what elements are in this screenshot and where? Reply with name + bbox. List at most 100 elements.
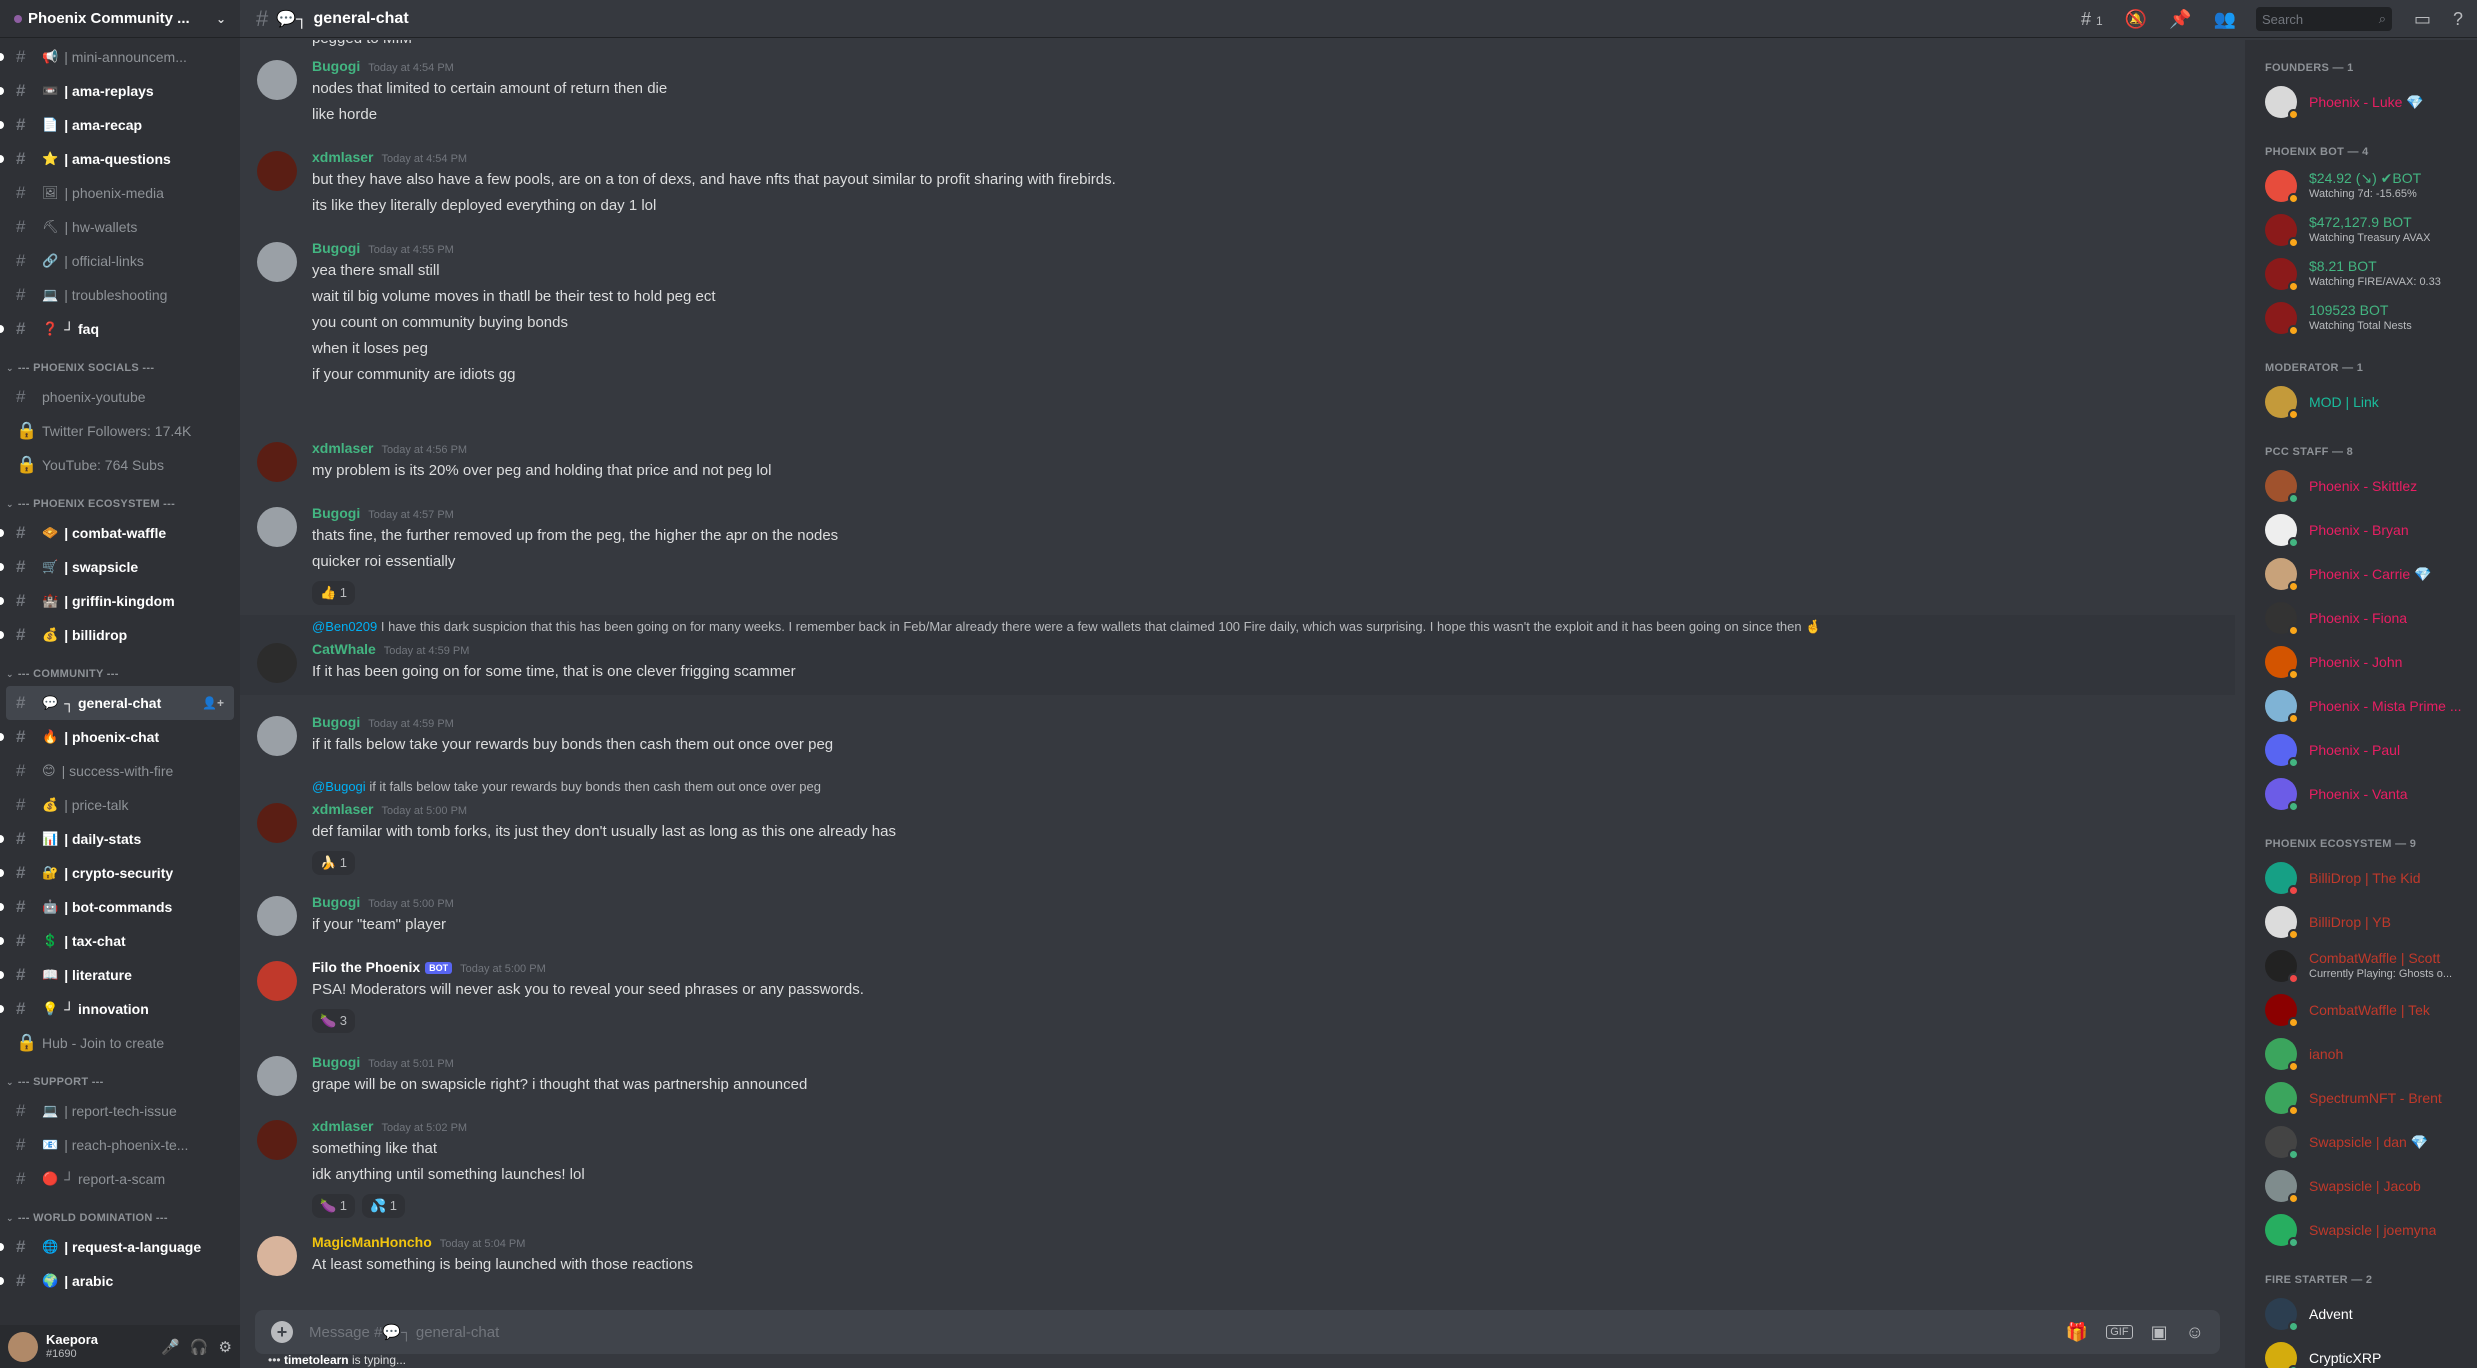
avatar[interactable] [2265,170,2299,204]
message-composer[interactable]: + Message #💬┐ general-chat 🎁 GIF ▣ ☺ [255,1310,2220,1354]
message-group[interactable]: @Ben0209 I have this dark suspicion that… [240,615,2235,695]
channel-item[interactable]: # ⛏ | hw-wallets [0,210,240,244]
channel-item[interactable]: # 🖼 | phoenix-media [0,176,240,210]
avatar[interactable] [257,507,297,547]
channel-item[interactable]: # 📄 | ama-recap [0,108,240,142]
avatar[interactable] [8,1331,38,1362]
channel-item[interactable]: # 💲 | tax-chat [0,924,240,958]
channel-item[interactable]: # 🛒 | swapsicle [0,550,240,584]
avatar[interactable] [257,716,297,756]
member-item[interactable]: Swapsicle | Jacob [2245,1164,2477,1208]
reply-mention[interactable]: @Ben0209 [312,619,377,634]
reaction-pill[interactable]: 🍌 1 [312,851,356,875]
author-name[interactable]: Filo the Phoenix [312,959,420,975]
reply-reference[interactable]: @Bugogi if it falls below take your rewa… [312,779,821,794]
microphone-icon[interactable]: 🎤 [161,1338,180,1356]
help-icon[interactable]: ? [2453,9,2463,30]
avatar[interactable] [257,1056,297,1096]
message-author[interactable]: Bugogi Today at 5:00 PM [312,894,454,910]
avatar[interactable] [257,961,297,1001]
avatar[interactable] [2265,1298,2299,1332]
author-name[interactable]: xdmlaser [312,440,373,456]
channel-item[interactable]: # 😊 | success-with-fire [0,754,240,788]
channel-item[interactable]: # 📊 | daily-stats [0,822,240,856]
channel-category[interactable]: ⌄ --- PHOENIX ECOSYSTEM --- [0,482,240,516]
avatar[interactable] [2265,778,2299,812]
message-author[interactable]: MagicManHoncho Today at 5:04 PM [312,1234,525,1250]
author-name[interactable]: MagicManHoncho [312,1234,432,1250]
plus-icon[interactable]: + [271,1321,293,1343]
avatar[interactable] [2265,86,2299,120]
gif-icon[interactable]: GIF [2106,1325,2133,1339]
message-group[interactable]: Bugogi Today at 4:55 PM yea there small st… [240,236,2235,398]
avatar[interactable] [2265,734,2299,768]
reaction-pill[interactable]: 🍆 1 [312,1194,356,1218]
author-name[interactable]: Bugogi [312,1054,360,1070]
reaction-pill[interactable]: 🍆 3 [312,1009,356,1033]
threads-icon[interactable]: # 1 [2081,9,2103,30]
channel-item[interactable]: # ❓ ┘ faq [0,312,240,346]
member-item[interactable]: BilliDrop | YB [2245,900,2477,944]
avatar[interactable] [2265,690,2299,724]
reply-mention[interactable]: @Bugogi [312,779,366,794]
avatar[interactable] [2265,470,2299,504]
channel-item[interactable]: # 🔥 | phoenix-chat [0,720,240,754]
member-item[interactable]: $8.21 BOT Watching FIRE/AVAX: 0.33 [2245,252,2477,296]
avatar[interactable] [257,1120,297,1160]
channel-item[interactable]: # ⭐ | ama-questions [0,142,240,176]
channel-item[interactable]: # 💡 ┘ innovation [0,992,240,1026]
member-item[interactable]: SpectrumNFT - Brent [2245,1076,2477,1120]
server-header[interactable]: Phoenix Community ... ⌄ [0,0,240,38]
member-item[interactable]: MOD | Link [2245,380,2477,424]
message-group[interactable]: xdmlaser Today at 4:54 PM but they have al… [240,145,2235,229]
member-list-icon[interactable]: 👥 [2214,9,2236,30]
channel-item[interactable]: # 🧇 | combat-waffle [0,516,240,550]
avatar[interactable] [2265,214,2299,248]
author-name[interactable]: xdmlaser [312,801,373,817]
gift-icon[interactable]: 🎁 [2066,1322,2088,1343]
message-author[interactable]: Bugogi Today at 4:59 PM [312,714,454,730]
message-group[interactable]: @Bugogi if it falls below take your rewa… [240,775,2235,887]
inbox-icon[interactable]: ▭ [2414,9,2431,30]
channel-item[interactable]: # 💻 | troubleshooting [0,278,240,312]
search-input[interactable]: Search ⌕ [2255,7,2392,31]
reply-reference[interactable]: @Ben0209 I have this dark suspicion that… [312,619,1821,635]
member-item[interactable]: Phoenix - John [2245,640,2477,684]
channel-item[interactable]: # 🔗 | official-links [0,244,240,278]
channel-item[interactable]: # 📢 | mini-announcem... [0,40,240,74]
mute-bell-icon[interactable]: 🔕 [2125,9,2147,30]
avatar[interactable] [2265,1214,2299,1248]
chevron-down-icon[interactable]: ⌄ [216,12,226,26]
channel-item[interactable]: # phoenix-youtube [0,380,240,414]
message-author[interactable]: xdmlaser Today at 4:56 PM [312,440,467,456]
avatar[interactable] [2265,386,2299,420]
avatar[interactable] [2265,258,2299,292]
member-item[interactable]: Swapsicle | joemyna [2245,1208,2477,1252]
avatar[interactable] [2265,862,2299,896]
author-name[interactable]: xdmlaser [312,149,373,165]
member-item[interactable]: Phoenix - Skittlez [2245,464,2477,508]
avatar[interactable] [2265,558,2299,592]
member-item[interactable]: ianoh [2245,1032,2477,1076]
channel-item[interactable]: # 🔴 ┘ report-a-scam [0,1162,240,1196]
avatar[interactable] [257,1236,297,1276]
message-author[interactable]: Bugogi Today at 5:01 PM [312,1054,454,1070]
message-group[interactable]: Bugogi Today at 4:57 PM thats fine, the fu… [240,501,2235,617]
message-author[interactable]: xdmlaser Today at 5:00 PM [312,801,467,817]
avatar[interactable] [2265,1126,2299,1160]
channel-item[interactable]: 🔒 YouTube: 764 Subs [0,448,240,482]
message-author[interactable]: Filo the Phoenix BOT Today at 5:00 PM [312,959,546,975]
author-name[interactable]: Bugogi [312,58,360,74]
avatar[interactable] [2265,514,2299,548]
channel-item[interactable]: # 🌐 | request-a-language [0,1230,240,1264]
channel-category[interactable]: ⌄ --- WORLD DOMINATION --- [0,1196,240,1230]
member-item[interactable]: CombatWaffle | Tek [2245,988,2477,1032]
member-item[interactable]: Phoenix - Luke 💎 [2245,80,2477,124]
member-item[interactable]: Phoenix - Carrie 💎 [2245,552,2477,596]
author-name[interactable]: Bugogi [312,894,360,910]
message-group[interactable]: xdmlaser Today at 5:02 PM something like t… [240,1114,2235,1230]
member-item[interactable]: BilliDrop | The Kid [2245,856,2477,900]
member-item[interactable]: 109523 BOT Watching Total Nests [2245,296,2477,340]
avatar[interactable] [2265,302,2299,336]
add-member-icon[interactable]: 👤+ [202,696,224,710]
